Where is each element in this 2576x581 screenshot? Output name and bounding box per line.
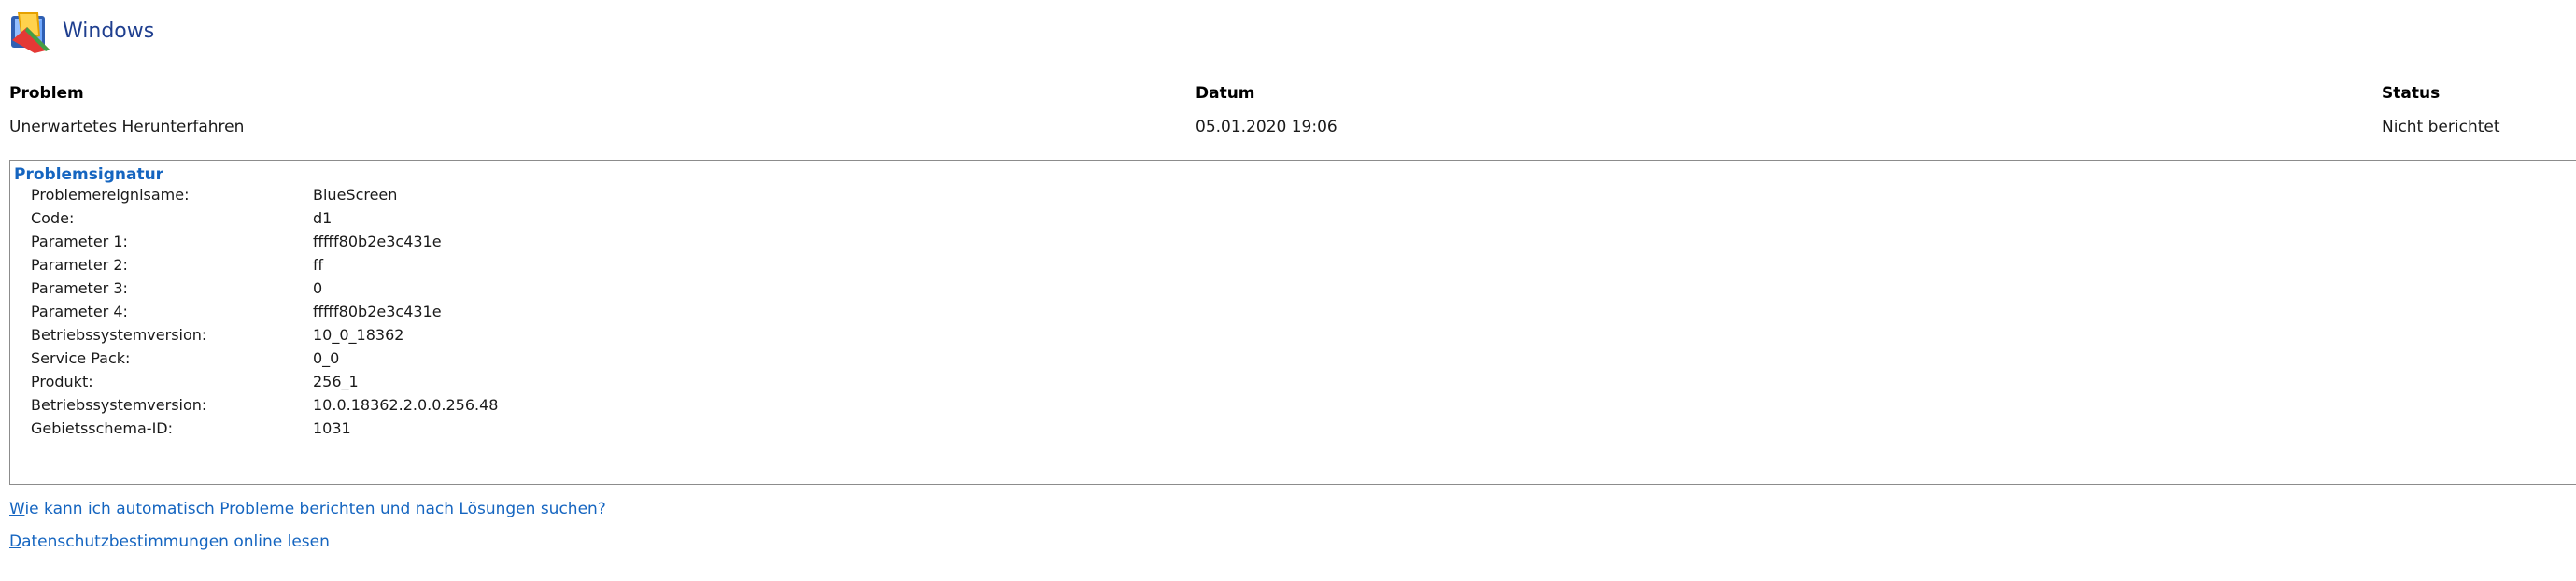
signature-row: Betriebssystemversion: 10_0_18362 bbox=[31, 323, 403, 347]
signature-label: Problemereignisame: bbox=[31, 186, 190, 204]
auto-report-help-link[interactable]: Wie kann ich automatisch Probleme berich… bbox=[9, 500, 606, 518]
date-value: 05.01.2020 19:06 bbox=[1196, 118, 1338, 136]
signature-label: Gebietsschema-ID: bbox=[31, 419, 174, 437]
signature-label: Betriebssystemversion: bbox=[31, 396, 207, 414]
privacy-link-text: atenschutzbestimmungen online lesen bbox=[21, 532, 330, 551]
status-value: Nicht berichtet bbox=[2382, 118, 2500, 136]
signature-label: Code: bbox=[31, 209, 75, 227]
signature-value: fffff80b2e3c431e bbox=[313, 233, 442, 250]
problem-signature-panel: Problemsignatur Problemereignisame: Blue… bbox=[9, 160, 2576, 485]
signature-row: Service Pack: 0_0 bbox=[31, 347, 339, 370]
problem-value: Unerwartetes Herunterfahren bbox=[9, 118, 245, 136]
signature-row: Produkt: 256_1 bbox=[31, 370, 359, 393]
column-header-date: Datum bbox=[1196, 84, 1255, 103]
signature-value: fffff80b2e3c431e bbox=[313, 303, 442, 320]
signature-row: Gebietsschema-ID: 1031 bbox=[31, 417, 351, 440]
signature-title: Problemsignatur bbox=[14, 165, 164, 184]
signature-value: 256_1 bbox=[313, 373, 359, 390]
signature-label: Service Pack: bbox=[31, 349, 131, 367]
signature-label: Produkt: bbox=[31, 373, 93, 390]
auto-report-link-text: ie kann ich automatisch Probleme bericht… bbox=[24, 500, 606, 518]
signature-value: 10.0.18362.2.0.0.256.48 bbox=[313, 396, 499, 414]
windows-problem-report-icon bbox=[11, 12, 50, 53]
signature-row: Parameter 4: fffff80b2e3c431e bbox=[31, 300, 442, 323]
signature-value: 10_0_18362 bbox=[313, 326, 404, 344]
app-title: Windows bbox=[63, 20, 155, 43]
privacy-statement-link[interactable]: Datenschutzbestimmungen online lesen bbox=[9, 532, 330, 551]
signature-row: Problemereignisame: BlueScreen bbox=[31, 183, 397, 206]
signature-label: Parameter 3: bbox=[31, 279, 128, 297]
signature-value: ff bbox=[313, 256, 324, 274]
signature-value: 0 bbox=[313, 279, 323, 297]
column-header-problem: Problem bbox=[9, 84, 84, 103]
signature-row: Betriebssystemversion: 10.0.18362.2.0.0.… bbox=[31, 393, 498, 417]
app-header: Windows bbox=[8, 7, 154, 56]
signature-label: Parameter 4: bbox=[31, 303, 128, 320]
signature-row: Parameter 1: fffff80b2e3c431e bbox=[31, 230, 442, 253]
signature-value: 0_0 bbox=[313, 349, 340, 367]
signature-value: BlueScreen bbox=[313, 186, 398, 204]
column-header-status: Status bbox=[2382, 84, 2441, 103]
signature-label: Betriebssystemversion: bbox=[31, 326, 207, 344]
signature-row: Code: d1 bbox=[31, 206, 332, 230]
signature-row: Parameter 2: ff bbox=[31, 253, 323, 276]
signature-value: d1 bbox=[313, 209, 333, 227]
signature-row: Parameter 3: 0 bbox=[31, 276, 322, 300]
signature-value: 1031 bbox=[313, 419, 351, 437]
auto-report-link-accel: W bbox=[9, 500, 25, 518]
privacy-link-accel: D bbox=[9, 532, 22, 551]
signature-label: Parameter 1: bbox=[31, 233, 128, 250]
signature-label: Parameter 2: bbox=[31, 256, 128, 274]
